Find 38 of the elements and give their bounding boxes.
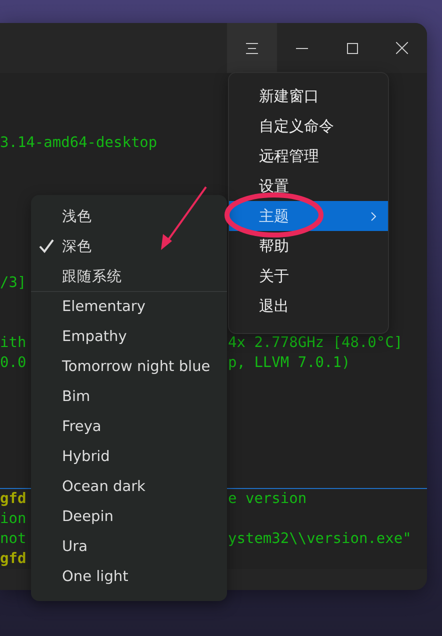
terminal-text: ith xyxy=(0,335,26,351)
menu-item[interactable]: 主题 xyxy=(229,201,388,231)
terminal-text: ion xyxy=(0,511,26,527)
terminal-text: 0.0 xyxy=(0,355,26,371)
terminal-text: not xyxy=(0,531,26,547)
theme-option[interactable]: Elementary xyxy=(31,292,227,322)
annotation-arrow xyxy=(161,186,207,250)
terminal-text: p, LLVM 7.0.1) xyxy=(228,355,350,371)
theme-option[interactable]: Hybrid xyxy=(31,442,227,472)
terminal-text: 4x 2.778GHz [48.0°C] xyxy=(228,335,403,351)
terminal-text: ystem32\\version.exe" xyxy=(228,531,412,547)
menu-item[interactable]: 关于 xyxy=(229,261,388,291)
appearance-option[interactable]: 浅色 xyxy=(31,201,227,231)
appearance-option[interactable]: 跟随系统 xyxy=(31,261,227,291)
menu-button[interactable] xyxy=(227,23,277,73)
theme-option[interactable]: Empathy xyxy=(31,322,227,352)
prompt-text: gfd xyxy=(0,551,26,567)
maximize-icon xyxy=(346,42,358,54)
appearance-option[interactable]: 深色 xyxy=(31,231,227,261)
menu-icon xyxy=(246,42,258,54)
theme-option[interactable]: Tomorrow night blue xyxy=(31,352,227,382)
theme-option[interactable]: One light xyxy=(31,562,227,592)
menu-item[interactable]: 退出 xyxy=(229,291,388,321)
theme-option[interactable]: Freya xyxy=(31,412,227,442)
theme-option[interactable]: Deepin xyxy=(31,502,227,532)
menu-item[interactable]: 新建窗口 xyxy=(229,81,388,111)
menu-item[interactable]: 远程管理 xyxy=(229,141,388,171)
close-icon xyxy=(396,42,408,54)
menu-item[interactable]: 帮助 xyxy=(229,231,388,261)
theme-option[interactable]: Ocean dark xyxy=(31,472,227,502)
prompt-text: gfd xyxy=(0,491,26,507)
menu-item[interactable]: 自定义命令 xyxy=(229,111,388,141)
terminal-text: 3.14-amd64-desktop xyxy=(0,135,158,151)
theme-option[interactable]: Ura xyxy=(31,532,227,562)
theme-option[interactable]: Bim xyxy=(31,382,227,412)
terminal-text: /3] xyxy=(0,275,26,291)
menu-item[interactable]: 设置 xyxy=(229,171,388,201)
terminal-text: e version xyxy=(228,491,307,507)
